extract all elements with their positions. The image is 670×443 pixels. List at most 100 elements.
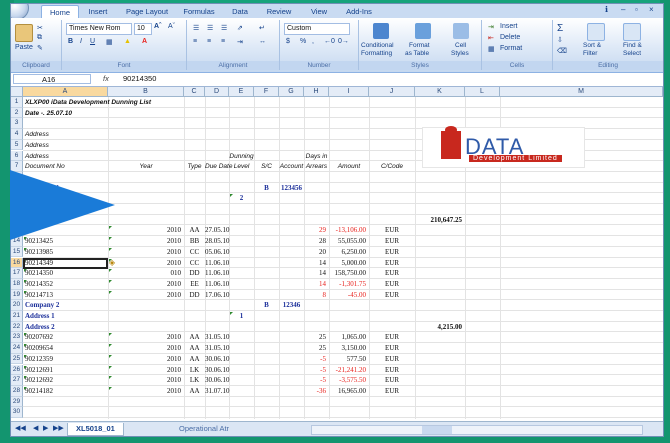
help-icon[interactable]: ℹ xyxy=(605,5,608,14)
tab-review[interactable]: Review xyxy=(259,5,299,18)
amount-cell[interactable]: 577.50 xyxy=(329,355,366,363)
company-2-address-1[interactable]: Address 1 xyxy=(25,313,55,320)
year-cell[interactable]: 2010 xyxy=(108,345,181,352)
amount-cell[interactable]: 6,250.00 xyxy=(329,248,367,256)
company-1-sc[interactable]: B xyxy=(254,184,279,192)
address-cell[interactable]: Address xyxy=(25,153,49,160)
format-as-table-button[interactable]: Format xyxy=(409,42,430,49)
decrease-decimal-icon[interactable]: 0→ xyxy=(338,38,349,45)
company-2-sc[interactable]: B xyxy=(254,302,279,309)
row-header-17[interactable]: 17 xyxy=(11,268,23,279)
column-header-e[interactable]: E xyxy=(229,87,254,97)
clear-icon[interactable]: ⌫ xyxy=(557,47,567,55)
align-top-icon[interactable]: ☰ xyxy=(193,24,199,32)
autosum-icon[interactable]: Σ xyxy=(557,23,563,34)
days-in-arrears-cell[interactable]: 14 xyxy=(304,280,326,288)
type-cell[interactable]: EE xyxy=(184,280,205,288)
row-header-21[interactable]: 21 xyxy=(11,311,23,322)
row-header-2[interactable]: 2 xyxy=(11,107,23,119)
ccode-cell[interactable]: EUR xyxy=(369,377,415,384)
company-1-total[interactable]: 210,647.25 xyxy=(415,216,463,224)
column-header-m[interactable]: M xyxy=(500,87,663,97)
row-header-30[interactable]: 30 xyxy=(11,407,23,418)
sort-filter-button[interactable]: Sort & xyxy=(583,42,601,49)
due-date-cell[interactable]: 31.05.10 xyxy=(205,345,230,352)
tab-add-ins[interactable]: Add-Ins xyxy=(339,5,379,18)
fill-icon[interactable]: ⇩ xyxy=(557,36,563,44)
document-no-cell[interactable]: 90214352 xyxy=(25,280,53,288)
year-cell[interactable]: 2010 xyxy=(108,259,181,267)
row-header-1[interactable]: 1 xyxy=(11,97,23,108)
percent-icon[interactable]: % xyxy=(300,38,306,45)
type-cell[interactable]: CC xyxy=(184,259,205,267)
increase-decimal-icon[interactable]: ←0 xyxy=(324,38,335,45)
amount-cell[interactable]: 1,065.00 xyxy=(329,334,367,341)
paste-icon[interactable] xyxy=(15,24,33,42)
amount-cell[interactable]: 158,750.00 xyxy=(329,270,367,277)
document-no-cell[interactable]: 90214350 xyxy=(25,270,53,277)
ccode-cell[interactable]: EUR xyxy=(369,366,415,374)
amount-cell[interactable]: -13,106.00 xyxy=(329,227,366,234)
amount-cell[interactable]: -1,301.75 xyxy=(329,280,366,288)
type-cell[interactable]: AA xyxy=(184,355,205,363)
sort-filter-button-line2[interactable]: Filter xyxy=(583,50,597,57)
type-cell[interactable]: BB xyxy=(184,238,205,245)
amount-cell[interactable]: 3,150.00 xyxy=(329,345,367,352)
sort-filter-icon[interactable] xyxy=(587,23,605,41)
tab-formulas[interactable]: Formulas xyxy=(177,5,221,18)
ccode-cell[interactable]: EUR xyxy=(369,259,415,267)
year-cell[interactable]: 2010 xyxy=(108,377,181,384)
type-cell[interactable]: LK xyxy=(184,377,205,384)
row-header-20[interactable]: 20 xyxy=(11,300,23,311)
underline-icon[interactable]: U xyxy=(90,38,95,45)
days-in-arrears-cell[interactable]: 14 xyxy=(304,259,326,267)
column-header-d[interactable]: D xyxy=(205,87,229,97)
column-header-l[interactable]: L xyxy=(465,87,500,97)
shrink-font-icon[interactable]: Aˇ xyxy=(168,23,175,30)
close-icon[interactable]: × xyxy=(649,5,654,14)
days-in-arrears-cell[interactable]: -36 xyxy=(304,387,326,395)
column-header-f[interactable]: F xyxy=(254,87,279,97)
cell-styles-button-line2[interactable]: Styles xyxy=(451,50,469,57)
type-cell[interactable]: AA xyxy=(184,387,205,395)
indent-icon[interactable]: ⇥ xyxy=(237,38,243,46)
font-name-select[interactable]: Times New Rom xyxy=(66,23,132,35)
header-account[interactable]: Account xyxy=(279,163,304,170)
sheet-tab-xl5018[interactable]: XL5018_01 xyxy=(67,423,124,436)
document-no-cell[interactable]: 90207692 xyxy=(25,334,53,341)
row-header-16[interactable]: 16 xyxy=(11,257,23,269)
ccode-cell[interactable]: EUR xyxy=(369,291,415,299)
ccode-cell[interactable]: EUR xyxy=(369,345,415,352)
days-in-arrears-cell[interactable]: 25 xyxy=(304,334,326,341)
column-header-b[interactable]: B xyxy=(108,87,184,97)
year-cell[interactable]: 010 xyxy=(108,270,182,277)
due-date-cell[interactable]: 17.06.10 xyxy=(205,291,230,299)
company-2-address-2[interactable]: Address 2 xyxy=(25,323,55,331)
formula-input[interactable]: 90214350 xyxy=(123,74,156,83)
address-cell[interactable]: Address xyxy=(25,142,49,149)
company-2-cell[interactable]: Company 2 xyxy=(25,302,59,309)
row-header-24[interactable]: 24 xyxy=(11,343,23,354)
column-header-h[interactable]: H xyxy=(304,87,329,97)
format-painter-icon[interactable]: ✎ xyxy=(37,44,43,52)
type-cell[interactable]: AA xyxy=(184,345,205,352)
days-in-arrears-cell[interactable]: -5 xyxy=(304,355,326,363)
row-header-19[interactable]: 19 xyxy=(11,289,23,301)
find-select-button-line2[interactable]: Select xyxy=(623,50,641,57)
find-select-button[interactable]: Find & xyxy=(623,42,642,49)
error-options-icon[interactable]: ◈ xyxy=(109,258,115,266)
due-date-cell[interactable]: 31.07.10 xyxy=(205,387,230,395)
days-in-arrears-cell[interactable]: 20 xyxy=(304,248,326,256)
cut-icon[interactable]: ✂ xyxy=(37,24,43,32)
format-cells-button[interactable]: Format xyxy=(500,45,522,52)
type-cell[interactable]: LK xyxy=(184,366,205,374)
due-date-cell[interactable]: 30.06.10 xyxy=(205,377,230,384)
italic-icon[interactable]: I xyxy=(80,38,82,45)
company-1-level[interactable]: 2 xyxy=(229,195,254,202)
align-bottom-icon[interactable]: ☰ xyxy=(221,24,227,32)
column-header-g[interactable]: G xyxy=(279,87,304,97)
company-2-level[interactable]: 1 xyxy=(229,313,254,320)
find-select-icon[interactable] xyxy=(623,23,641,41)
row-header-5[interactable]: 5 xyxy=(11,139,23,151)
days-in-arrears-cell[interactable]: 28 xyxy=(304,238,326,245)
